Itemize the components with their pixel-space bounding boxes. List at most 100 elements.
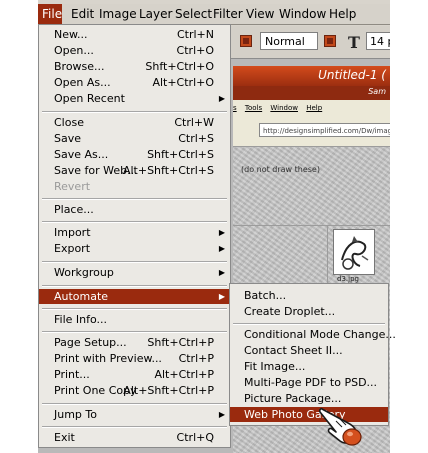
menu-item-shortcut: Shft+Ctrl+P <box>147 336 214 349</box>
submenu-item-contact-sheet[interactable]: Contact Sheet II... <box>230 343 388 359</box>
menu-item-exit[interactable]: Exit Ctrl+Q <box>39 430 230 446</box>
browser-menu-item[interactable]: Help <box>306 104 322 112</box>
submenu-item-label: Fit Image... <box>244 360 306 373</box>
submenu-arrow-icon: ▶ <box>218 94 225 103</box>
thumbnail-divider <box>233 225 390 226</box>
browser-toolbar: http://designsimplified.com/Dw/imagesfil… <box>233 116 390 147</box>
blend-mode-select[interactable]: Normal <box>260 32 318 50</box>
menu-item-label: Open... <box>54 44 94 57</box>
submenu-item-multi-page-pdf[interactable]: Multi-Page PDF to PSD... <box>230 375 388 391</box>
document-title: Untitled-1 ( <box>318 68 386 82</box>
menu-item-label: New... <box>54 28 88 41</box>
menu-item-browse[interactable]: Browse... Shft+Ctrl+O <box>39 59 230 75</box>
submenu-item-create-droplet[interactable]: Create Droplet... <box>230 304 388 320</box>
menu-layer[interactable]: Layer <box>139 4 172 24</box>
menu-item-jump-to[interactable]: Jump To ▶ <box>39 407 230 423</box>
menu-item-shortcut: Ctrl+N <box>176 28 214 41</box>
submenu-item-label: Conditional Mode Change... <box>244 328 396 341</box>
menu-item-label: Save As... <box>54 148 109 161</box>
thumbnail-image[interactable] <box>333 229 375 275</box>
menu-item-close[interactable]: Close Ctrl+W <box>39 115 230 131</box>
menu-help[interactable]: Help <box>329 4 356 24</box>
thumbnail-caption: d3.jpg <box>337 275 359 283</box>
menu-separator <box>233 323 385 325</box>
menu-item-label: Workgroup <box>54 266 114 279</box>
menu-item-automate[interactable]: Automate ▶ <box>39 289 230 304</box>
menu-item-label: Page Setup... <box>54 336 127 349</box>
menu-item-label: Automate <box>54 290 109 303</box>
document-subtitle-bar: Sam <box>233 86 390 100</box>
menu-item-shortcut: Ctrl+S <box>178 132 214 145</box>
menu-item-label: Revert <box>54 180 91 193</box>
file-menu: New... Ctrl+N Open... Ctrl+O Browse... S… <box>38 24 231 448</box>
browser-menu-item[interactable]: s <box>233 104 237 112</box>
menu-item-shortcut: Ctrl+P <box>178 352 214 365</box>
page-note: (do not draw these) <box>241 165 320 174</box>
menu-item-export[interactable]: Export ▶ <box>39 241 230 257</box>
hand-pointer-icon <box>318 407 366 449</box>
submenu-item-label: Batch... <box>244 289 287 302</box>
menu-item-open-as[interactable]: Open As... Alt+Ctrl+O <box>39 75 230 91</box>
submenu-item-label: Picture Package... <box>244 392 342 405</box>
menu-item-open-recent[interactable]: Open Recent ▶ <box>39 91 230 107</box>
menu-select[interactable]: Select <box>175 4 212 24</box>
menu-file[interactable]: File <box>38 4 62 24</box>
menu-item-print-one-copy[interactable]: Print One Copy Alt+Shft+Ctrl+P <box>39 383 230 399</box>
menu-item-label: Jump To <box>54 408 97 421</box>
address-field[interactable]: http://designsimplified.com/Dw/imagesfil… <box>259 123 390 137</box>
menu-view[interactable]: View <box>246 4 274 24</box>
menu-item-shortcut: Alt+Shft+Ctrl+P <box>123 384 214 397</box>
submenu-item-label: Create Droplet... <box>244 305 336 318</box>
submenu-item-conditional-mode-change[interactable]: Conditional Mode Change... <box>230 327 396 343</box>
menu-item-label: Exit <box>54 431 75 444</box>
menu-item-revert: Revert <box>39 179 230 195</box>
menu-separator <box>42 111 227 113</box>
menu-item-page-setup[interactable]: Page Setup... Shft+Ctrl+P <box>39 335 230 351</box>
menu-item-save-as[interactable]: Save As... Shft+Ctrl+S <box>39 147 230 163</box>
menu-separator <box>42 285 227 287</box>
menu-item-label: Place... <box>54 203 94 216</box>
menu-item-shortcut: Alt+Shft+Ctrl+S <box>122 164 214 177</box>
menu-item-shortcut: Ctrl+W <box>174 116 214 129</box>
menu-edit[interactable]: Edit <box>71 4 94 24</box>
menu-item-save-for-web[interactable]: Save for Web... Alt+Shft+Ctrl+S <box>39 163 230 179</box>
menu-item-print[interactable]: Print... Alt+Ctrl+P <box>39 367 230 383</box>
submenu-arrow-icon: ▶ <box>218 228 225 237</box>
submenu-item-batch[interactable]: Batch... <box>230 288 388 304</box>
submenu-item-fit-image[interactable]: Fit Image... <box>230 359 388 375</box>
menu-window[interactable]: Window <box>279 4 326 24</box>
tool-preset-swatch[interactable] <box>240 35 252 47</box>
menu-separator <box>42 198 227 200</box>
menu-item-shortcut: Shft+Ctrl+O <box>145 60 214 73</box>
menu-item-open[interactable]: Open... Ctrl+O <box>39 43 230 59</box>
menu-item-label: Browse... <box>54 60 105 73</box>
browser-menu-item[interactable]: Tools <box>245 104 262 112</box>
menu-item-print-with-preview[interactable]: Print with Preview... Ctrl+P <box>39 351 230 367</box>
menu-item-import[interactable]: Import ▶ <box>39 225 230 241</box>
menu-item-new[interactable]: New... Ctrl+N <box>39 27 230 43</box>
font-size-field[interactable]: 14 p <box>366 32 390 50</box>
menu-item-shortcut: Alt+Ctrl+O <box>152 76 214 89</box>
blend-dropdown-swatch[interactable] <box>324 35 336 47</box>
menu-item-label: Import <box>54 226 91 239</box>
menu-filter[interactable]: Filter <box>213 4 243 24</box>
submenu-arrow-icon: ▶ <box>218 268 225 277</box>
menu-item-label: File Info... <box>54 313 108 326</box>
menu-item-label: Print with Preview... <box>54 352 162 365</box>
menu-item-label: Open Recent <box>54 92 125 105</box>
menu-image[interactable]: Image <box>99 4 137 24</box>
submenu-item-picture-package[interactable]: Picture Package... <box>230 391 388 407</box>
submenu-item-label: Contact Sheet II... <box>244 344 343 357</box>
menu-item-file-info[interactable]: File Info... <box>39 312 230 328</box>
submenu-arrow-icon: ▶ <box>218 244 225 253</box>
menu-item-label: Print... <box>54 368 90 381</box>
menu-item-save[interactable]: Save Ctrl+S <box>39 131 230 147</box>
menu-item-place[interactable]: Place... <box>39 202 230 218</box>
menu-separator <box>42 221 227 223</box>
menu-separator <box>42 426 227 428</box>
menu-item-label: Open As... <box>54 76 111 89</box>
menu-item-workgroup[interactable]: Workgroup ▶ <box>39 265 230 281</box>
menu-item-shortcut: Ctrl+Q <box>176 431 214 444</box>
browser-menu-item[interactable]: Window <box>270 104 298 112</box>
menu-item-label: Save <box>54 132 82 145</box>
